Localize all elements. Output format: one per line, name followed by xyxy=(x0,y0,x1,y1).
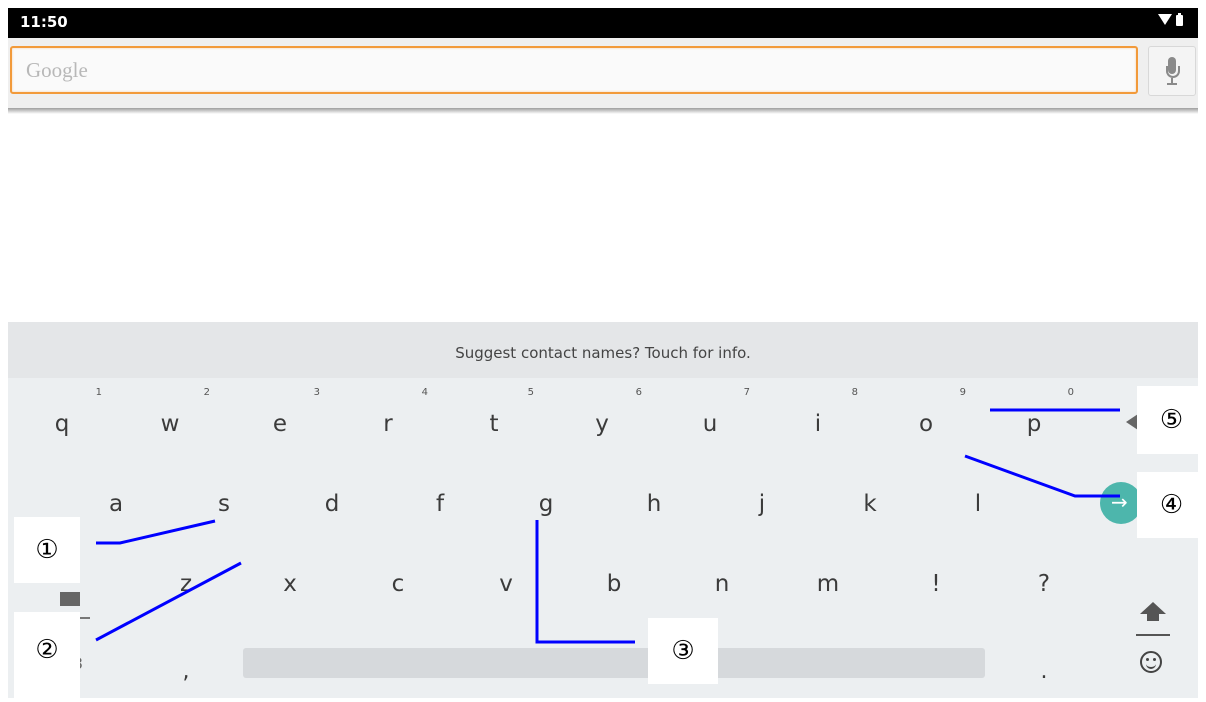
search-bar xyxy=(8,38,1198,110)
key-e[interactable]: 3e xyxy=(230,387,330,454)
status-bar: 11:50 xyxy=(8,8,1198,38)
status-time: 11:50 xyxy=(20,13,68,31)
key-label: n xyxy=(714,571,730,597)
callout-5: ⑤ xyxy=(1137,386,1206,454)
key-i[interactable]: 8i xyxy=(768,387,868,454)
shift-left-icon[interactable] xyxy=(60,592,80,606)
key-hint: 1 xyxy=(95,387,102,398)
key-label: b xyxy=(606,571,622,597)
key-label: . xyxy=(1040,659,1048,684)
key-label: m xyxy=(816,571,840,597)
key-z[interactable]: z xyxy=(136,554,236,614)
wifi-icon xyxy=(1158,14,1172,25)
spacebar[interactable] xyxy=(243,648,985,678)
key-p[interactable]: 0p xyxy=(984,387,1084,454)
key-label: c xyxy=(391,571,405,597)
key-label: g xyxy=(538,491,554,517)
key-label: z xyxy=(179,571,193,597)
key-label: u xyxy=(702,411,718,437)
key-label: s xyxy=(218,491,230,517)
search-bar-shadow xyxy=(8,108,1198,114)
key-s[interactable]: s xyxy=(174,474,274,534)
key-comma[interactable]: , xyxy=(136,642,236,702)
emoji-key[interactable] xyxy=(1128,647,1178,687)
soft-keyboard: Suggest contact names? Touch for info. 1… xyxy=(8,322,1198,698)
key-hint: 5 xyxy=(527,387,534,398)
key-hint: 3 xyxy=(313,387,320,398)
key-label: ! xyxy=(931,571,941,597)
key-v[interactable]: v xyxy=(456,554,556,614)
key-label: , xyxy=(182,659,190,684)
search-input[interactable] xyxy=(10,46,1138,94)
key-n[interactable]: n xyxy=(672,554,772,614)
suggestion-text: Suggest contact names? Touch for info. xyxy=(455,344,751,362)
shift-key[interactable] xyxy=(1125,592,1183,652)
key-label: p xyxy=(1026,411,1042,437)
key-t[interactable]: 5t xyxy=(444,387,544,454)
key-f[interactable]: f xyxy=(390,474,490,534)
key-m[interactable]: m xyxy=(778,554,878,614)
key-u[interactable]: 7u xyxy=(660,387,760,454)
suggestion-strip[interactable]: Suggest contact names? Touch for info. xyxy=(8,322,1198,378)
callout-2: ② xyxy=(14,612,80,698)
key-label: j xyxy=(758,491,766,517)
key-label: t xyxy=(489,411,499,437)
key-label: q xyxy=(54,411,70,437)
key-label: v xyxy=(499,571,513,597)
key-label: f xyxy=(435,491,445,517)
battery-icon xyxy=(1176,13,1183,26)
key-label: d xyxy=(324,491,340,517)
key-c[interactable]: c xyxy=(348,554,448,614)
callout-3: ③ xyxy=(648,618,718,684)
key-label: w xyxy=(160,411,180,437)
status-icons xyxy=(1158,13,1188,30)
key-l[interactable]: l xyxy=(928,474,1028,534)
key-y[interactable]: 6y xyxy=(552,387,652,454)
key-question[interactable]: ? xyxy=(994,554,1094,614)
key-label: i xyxy=(814,411,822,437)
key-label: o xyxy=(918,411,934,437)
key-d[interactable]: d xyxy=(282,474,382,534)
key-o[interactable]: 9o xyxy=(876,387,976,454)
key-b[interactable]: b xyxy=(564,554,664,614)
key-hint: 9 xyxy=(959,387,966,398)
key-exclamation[interactable]: ! xyxy=(886,554,986,614)
arrow-right-icon: → xyxy=(1111,490,1128,514)
key-label: h xyxy=(646,491,662,517)
key-label: y xyxy=(595,411,609,437)
key-hint: 7 xyxy=(743,387,750,398)
key-x[interactable]: x xyxy=(240,554,340,614)
key-j[interactable]: j xyxy=(712,474,812,534)
key-label: ? xyxy=(1037,571,1051,597)
key-hint: 6 xyxy=(635,387,642,398)
key-q[interactable]: 1q xyxy=(12,387,112,454)
microphone-icon xyxy=(1166,57,1180,87)
key-hint: 8 xyxy=(851,387,858,398)
key-a[interactable]: a xyxy=(66,474,166,534)
emoji-icon xyxy=(1140,651,1162,673)
voice-search-button[interactable] xyxy=(1148,46,1196,96)
key-hint: 4 xyxy=(421,387,428,398)
key-hint: 2 xyxy=(203,387,210,398)
key-label: r xyxy=(383,411,393,437)
key-label: k xyxy=(863,491,877,517)
callout-4: ④ xyxy=(1137,472,1206,538)
key-hint: 0 xyxy=(1067,387,1074,398)
key-label: e xyxy=(272,411,288,437)
key-r[interactable]: 4r xyxy=(338,387,438,454)
key-period[interactable]: . xyxy=(994,642,1094,702)
key-h[interactable]: h xyxy=(604,474,704,534)
callout-1: ① xyxy=(14,517,80,583)
key-label: a xyxy=(108,491,124,517)
key-g[interactable]: g xyxy=(496,474,596,534)
key-label: x xyxy=(283,571,297,597)
key-w[interactable]: 2w xyxy=(120,387,220,454)
go-key[interactable]: → xyxy=(1100,482,1142,524)
key-k[interactable]: k xyxy=(820,474,920,534)
key-label: l xyxy=(974,491,982,517)
